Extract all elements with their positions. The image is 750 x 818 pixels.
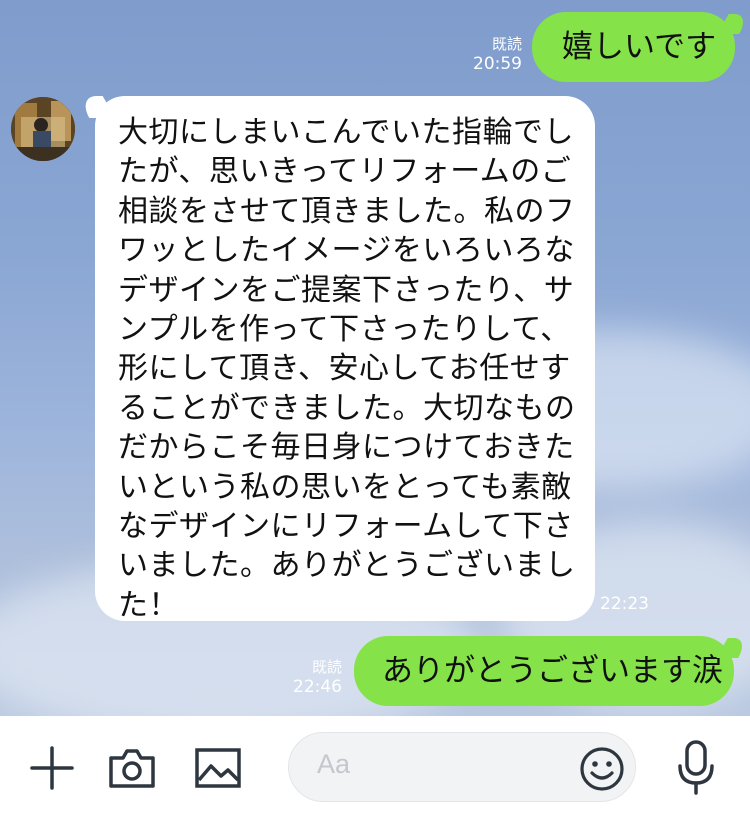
message-text: 大切にしまいこんでいた指輪でし たが、思いきってリフォームのご 相談をさせて頂き… (118, 115, 576, 623)
chat-area: 既読 20:59 嬉しいです 大切にしまいこんでいた指輪でし たが、思いきってリ… (0, 0, 750, 716)
message-bubble-outgoing[interactable]: 嬉しいです (532, 12, 735, 82)
read-receipt: 既読 (311, 658, 342, 676)
message-time: 22:46 (293, 677, 342, 697)
image-icon[interactable] (192, 744, 244, 792)
read-receipt: 既読 (491, 35, 522, 53)
message-time: 22:23 (600, 594, 649, 614)
mic-icon[interactable] (672, 738, 720, 798)
message-meta: 22:23 (600, 594, 660, 614)
avatar-image (11, 97, 75, 161)
message-meta: 既読 22:46 (262, 657, 342, 697)
plus-icon[interactable] (28, 744, 76, 792)
message-text: 嬉しいです (562, 29, 717, 65)
message-bubble-outgoing[interactable]: ありがとうございます涙 (354, 636, 734, 706)
message-meta: 既読 20:59 (440, 34, 522, 74)
message-bubble-incoming[interactable]: 大切にしまいこんでいた指輪でし たが、思いきってリフォームのご 相談をさせて頂き… (95, 96, 595, 623)
emoji-icon[interactable] (578, 745, 626, 793)
message-time: 20:59 (473, 54, 522, 74)
message-text: ありがとうございます涙 (382, 653, 723, 689)
contact-avatar[interactable] (11, 97, 75, 161)
input-placeholder: Aa (317, 749, 351, 779)
camera-icon[interactable] (106, 744, 158, 792)
